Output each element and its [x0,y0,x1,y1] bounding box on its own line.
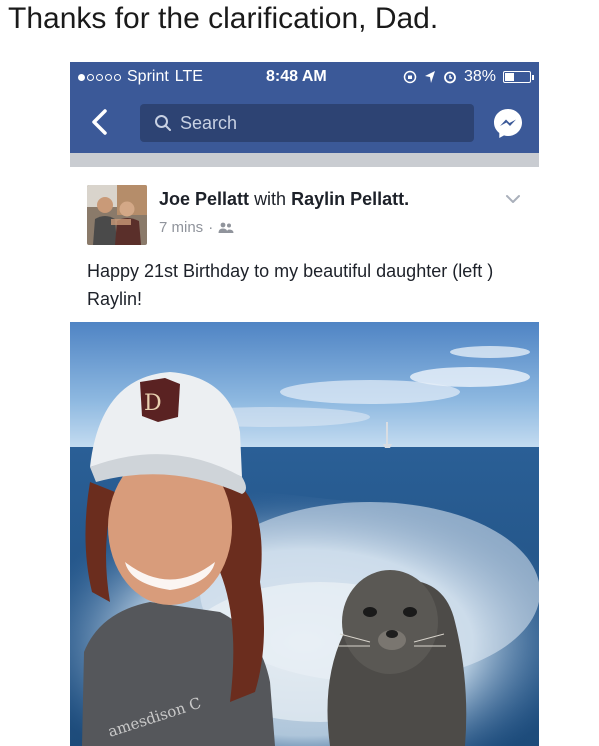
back-arrow-icon[interactable] [88,107,112,137]
carrier-name: Sprint [127,68,169,85]
post-text: Happy 21st Birthday to my beautiful daug… [87,261,494,309]
carrier-group: Sprint LTE [78,68,203,86]
author-name[interactable]: Joe Pellatt [159,189,249,209]
meta-separator: · [208,219,214,236]
network-type: LTE [174,68,203,85]
messenger-icon[interactable] [491,106,525,140]
feed-post: Joe Pellatt with Raylin Pellatt. 7 mins … [70,167,539,746]
nav-bar: Search [70,93,539,153]
post-photo[interactable]: D amesdison C [70,322,539,746]
feed-divider [70,153,539,167]
battery-fill [505,73,514,81]
phone-screenshot: Sprint LTE 8:48 AM 38% Search Joe Pellat… [70,62,539,746]
with-text: with [254,189,287,209]
search-icon [155,115,171,131]
location-arrow-icon [424,71,435,83]
avatar[interactable] [87,185,147,245]
battery-percent: 38% [463,68,496,85]
search-input[interactable]: Search [140,104,474,142]
meme-caption: Thanks for the clarification, Dad. [8,2,439,35]
orientation-lock-icon [403,70,417,84]
post-author-line: Joe Pellatt with Raylin Pellatt. [159,189,409,210]
tagged-name[interactable]: Raylin Pellatt. [291,189,409,209]
post-meta: 7 mins · [159,219,234,236]
search-placeholder: Search [180,112,238,133]
battery-icon [503,71,534,83]
status-right-group: 38% [403,68,534,86]
signal-dots-icon [78,73,121,81]
chevron-down-icon[interactable] [505,193,521,205]
svg-text:D: D [144,391,162,416]
status-time: 8:48 AM [266,68,327,85]
friends-audience-icon[interactable] [218,222,234,234]
alarm-icon [444,71,456,84]
status-bar: Sprint LTE 8:48 AM 38% [70,62,539,93]
post-time[interactable]: 7 mins [159,219,203,236]
